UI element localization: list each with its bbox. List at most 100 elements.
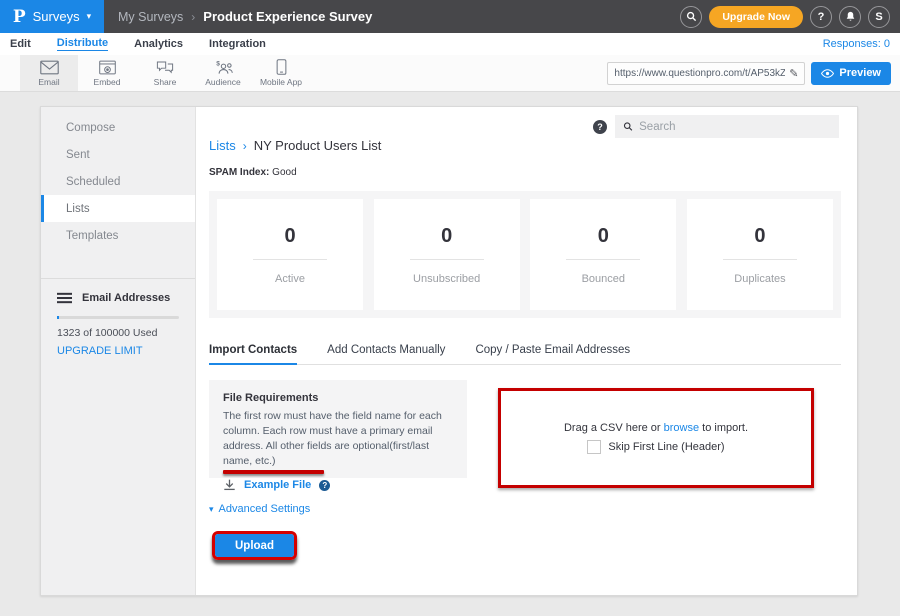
caret-down-icon: ▾ [209,504,214,515]
sidebar-item-sent[interactable]: Sent [41,141,195,168]
search-icon [623,121,633,132]
tab-distribute[interactable]: Distribute [57,37,108,51]
svg-text:$: $ [216,61,220,68]
browse-link[interactable]: browse [664,422,699,434]
csv-dropzone[interactable]: Drag a CSV here or browse to import. Ski… [498,388,814,488]
stat-card-unsubscribed[interactable]: 0 Unsubscribed [374,199,520,310]
breadcrumb: My Surveys › Product Experience Survey [118,9,372,24]
caret-down-icon: ▾ [87,11,92,22]
topbar-actions: Upgrade Now ? S [680,6,900,28]
stat-label: Unsubscribed [413,273,480,285]
preview-label: Preview [839,67,881,79]
channel-email[interactable]: Email [20,55,78,91]
dropzone-text: Drag a CSV here or browse to import. [564,422,748,434]
sidebar-item-templates[interactable]: Templates [41,222,195,249]
chevron-right-icon: › [243,139,247,153]
preview-button[interactable]: Preview [811,62,891,85]
channel-email-label: Email [38,77,59,87]
usage-text: 1323 of 100000 Used [57,327,179,339]
drag-text-after: to import. [699,422,748,434]
tab-import-contacts[interactable]: Import Contacts [209,344,297,365]
stat-card-duplicates[interactable]: 0 Duplicates [687,199,833,310]
survey-url-text: https://www.questionpro.com/t/AP53kZgfo [614,68,785,79]
question-badge-icon[interactable]: ? [319,480,330,491]
stat-value: 0 [598,225,609,248]
email-icon [40,60,59,75]
tab-edit[interactable]: Edit [10,38,31,51]
sidebar-item-scheduled[interactable]: Scheduled [41,168,195,195]
email-sidebar-sections: Compose Sent Scheduled Lists Templates [41,107,195,279]
sidebar-item-compose[interactable]: Compose [41,114,195,141]
drag-text: Drag a CSV here or [564,422,664,434]
channel-audience-label: Audience [205,77,240,87]
list-stats-strip: 0 Active 0 Unsubscribed 0 Bounced 0 Dupl… [209,191,841,318]
help-icon[interactable]: ? [593,120,607,134]
channel-audience[interactable]: $ Audience [194,55,252,91]
email-sidebar: Compose Sent Scheduled Lists Templates E… [41,107,196,595]
advanced-settings-toggle[interactable]: ▾ Advanced Settings [209,503,310,515]
stat-card-bounced[interactable]: 0 Bounced [530,199,676,310]
skip-first-line-checkbox[interactable] [587,440,601,454]
breadcrumb-lists-link[interactable]: Lists [209,138,236,153]
stat-label: Bounced [582,273,625,285]
upgrade-limit-link[interactable]: UPGRADE LIMIT [57,345,179,357]
page-title: Product Experience Survey [203,9,372,24]
list-detail-pane: ? Lists › NY Product Users List SPAM Ind… [196,107,857,595]
survey-link-area: https://www.questionpro.com/t/AP53kZgfo … [607,55,900,91]
edit-url-icon[interactable]: ✎ [789,67,798,80]
top-navbar: P Surveys ▾ My Surveys › Product Experie… [0,0,900,33]
advanced-settings-label: Advanced Settings [219,503,311,515]
skip-first-line-label: Skip First Line (Header) [608,441,724,453]
channel-embed-label: Embed [94,77,121,87]
breadcrumb-my-surveys[interactable]: My Surveys [118,10,183,24]
file-requirements-body: The first row must have the field name f… [223,409,453,469]
chevron-right-icon: › [191,10,195,24]
annotation-underline [223,470,324,474]
survey-tabs-nav: Edit Distribute Analytics Integration Re… [0,33,900,55]
search-icon [686,11,697,22]
stat-value: 0 [754,225,765,248]
channel-embed[interactable]: Embed [78,55,136,91]
tab-integration[interactable]: Integration [209,38,266,51]
usage-progress-bar [57,316,179,319]
stat-label: Duplicates [734,273,785,285]
responses-count[interactable]: Responses: 0 [823,38,890,50]
tab-copy-paste-emails[interactable]: Copy / Paste Email Addresses [475,344,630,364]
stat-divider [253,259,327,260]
app-logo-menu[interactable]: P Surveys ▾ [0,0,104,33]
share-icon [156,60,174,75]
example-file-link[interactable]: Example File [244,479,311,491]
upgrade-now-button[interactable]: Upgrade Now [709,6,803,28]
search-input[interactable] [639,121,831,133]
mobile-app-icon [276,59,287,75]
breadcrumb-current-list: NY Product Users List [254,138,382,153]
spam-index-value: Good [272,167,296,178]
channel-share[interactable]: Share [136,55,194,91]
stat-divider [723,259,797,260]
list-breadcrumb: Lists › NY Product Users List [209,138,381,153]
audience-icon: $ [214,59,233,75]
contact-search-box [615,115,839,138]
channel-mobile-app-label: Mobile App [260,77,302,87]
channel-mobile-app[interactable]: Mobile App [252,55,310,91]
bell-icon [845,11,856,22]
account-avatar[interactable]: S [868,6,890,28]
distribute-channel-toolbar: Email Embed Share $ Audience Mobile App … [0,55,900,92]
search-button[interactable] [680,6,702,28]
stat-divider [566,259,640,260]
stat-card-active[interactable]: 0 Active [217,199,363,310]
contact-entry-tabs: Import Contacts Add Contacts Manually Co… [209,344,841,365]
tab-analytics[interactable]: Analytics [134,38,183,51]
usage-progress-fill [57,316,59,319]
list-lines-icon [57,292,72,304]
upload-button[interactable]: Upload [215,534,294,557]
annotation-upload-highlight: Upload [212,531,297,560]
survey-url-field[interactable]: https://www.questionpro.com/t/AP53kZgfo … [607,62,805,85]
help-button[interactable]: ? [810,6,832,28]
tab-add-contacts-manually[interactable]: Add Contacts Manually [327,344,445,364]
sidebar-item-lists[interactable]: Lists [41,195,195,222]
surveys-menu-label: Surveys [33,9,80,24]
questionpro-logo: P [13,7,26,27]
channel-share-label: Share [154,77,177,87]
notifications-button[interactable] [839,6,861,28]
